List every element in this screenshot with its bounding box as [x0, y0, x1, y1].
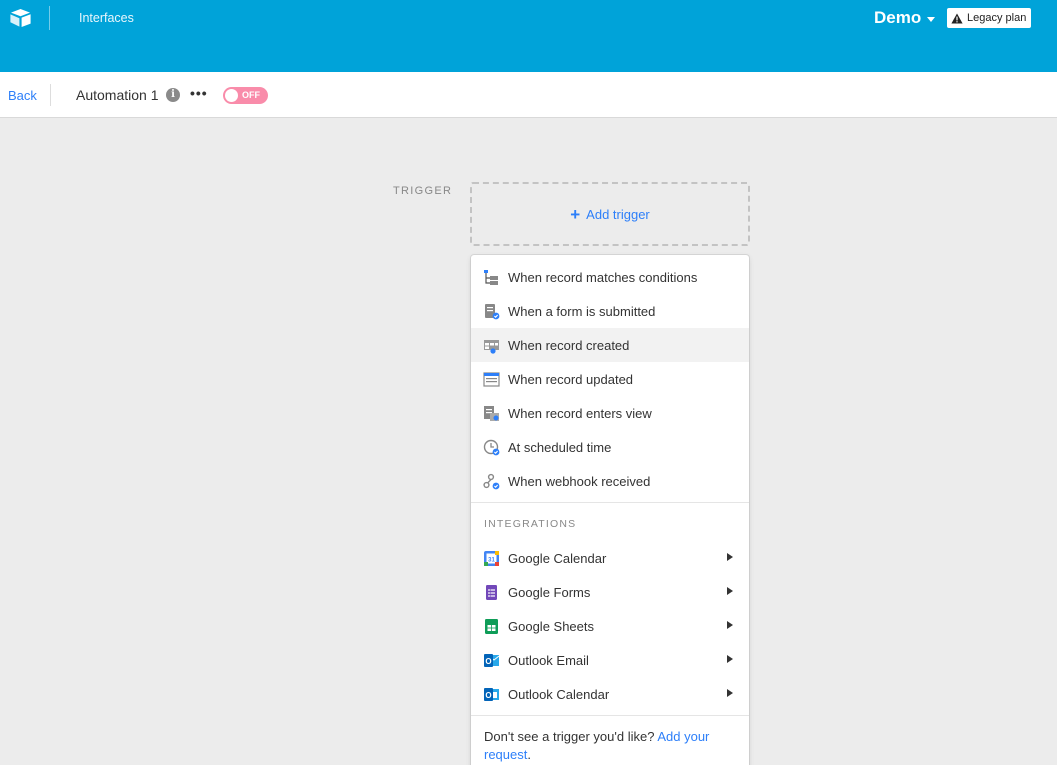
base-switcher[interactable]: Demo [874, 8, 936, 28]
menu-item-google-calendar[interactable]: 31 Google Calendar [471, 541, 749, 575]
chevron-right-icon [727, 553, 733, 561]
chevron-right-icon [727, 655, 733, 663]
menu-item-label: When a form is submitted [508, 303, 656, 319]
menu-item-outlook-email[interactable]: O Outlook Email [471, 643, 749, 677]
outlook-email-icon: O [484, 653, 500, 667]
automation-name[interactable]: Automation 1 [76, 87, 159, 103]
warning-icon [951, 13, 963, 23]
chevron-right-icon [727, 689, 733, 697]
toggle-knob [225, 89, 238, 102]
trigger-section-label: TRIGGER [393, 185, 453, 197]
more-options-icon[interactable]: ••• [190, 85, 208, 101]
legacy-plan-label: Legacy plan [967, 12, 1027, 24]
svg-text:O: O [485, 657, 491, 666]
automation-toolbar: Back Automation 1 i ••• OFF [0, 72, 1057, 118]
base-name: Demo [874, 8, 922, 27]
menu-item-label: Outlook Calendar [508, 686, 610, 702]
menu-item-label: Google Calendar [508, 550, 607, 566]
google-calendar-icon: 31 [484, 550, 499, 566]
add-trigger-button[interactable]: + Add trigger [470, 182, 750, 246]
menu-item-webhook-received[interactable]: When webhook received [471, 464, 749, 498]
clock-icon [483, 439, 500, 455]
chevron-right-icon [727, 621, 733, 629]
form-icon [485, 303, 500, 319]
info-icon[interactable]: i [166, 88, 180, 102]
menu-item-label: Google Forms [508, 584, 591, 600]
record-created-icon [484, 339, 499, 354]
menu-item-record-enters-view[interactable]: When record enters view [471, 396, 749, 430]
integrations-heading: INTEGRATIONS [484, 518, 577, 530]
menu-item-label: When record updated [508, 371, 634, 387]
menu-item-outlook-calendar[interactable]: O Outlook Calendar [471, 677, 749, 711]
automation-toggle[interactable]: OFF [223, 87, 268, 104]
request-note-period: . [527, 747, 531, 762]
header-divider [49, 6, 50, 30]
menu-item-label: At scheduled time [508, 439, 612, 455]
menu-item-record-updated[interactable]: When record updated [471, 362, 749, 396]
webhook-icon [483, 473, 500, 489]
menu-item-scheduled-time[interactable]: At scheduled time [471, 430, 749, 464]
menu-item-google-sheets[interactable]: Google Sheets [471, 609, 749, 643]
request-trigger-note: Don't see a trigger you'd like? Add your… [484, 728, 739, 764]
chevron-right-icon [727, 587, 733, 595]
menu-item-google-forms[interactable]: Google Forms [471, 575, 749, 609]
request-note-text: Don't see a trigger you'd like? [484, 729, 655, 744]
outlook-calendar-icon: O [484, 687, 499, 701]
chevron-down-icon [927, 16, 936, 22]
conditions-icon [484, 269, 498, 285]
menu-item-label: When webhook received [508, 473, 651, 489]
record-updated-icon [483, 371, 500, 387]
google-sheets-icon [485, 618, 498, 634]
enters-view-icon [484, 405, 499, 421]
plus-icon: + [570, 204, 581, 224]
google-forms-icon [486, 584, 497, 600]
airtable-logo-icon[interactable] [9, 8, 32, 28]
menu-item-record-created[interactable]: When record created [471, 328, 749, 362]
menu-item-label: When record created [508, 337, 630, 353]
svg-text:O: O [485, 691, 491, 700]
menu-item-label: When record enters view [508, 405, 652, 421]
toolbar-divider [50, 84, 51, 106]
add-trigger-label: Add trigger [586, 206, 650, 222]
back-link[interactable]: Back [8, 88, 37, 103]
menu-divider [471, 502, 749, 503]
menu-item-label: When record matches conditions [508, 269, 698, 285]
menu-item-label: Google Sheets [508, 618, 595, 634]
menu-item-label: Outlook Email [508, 652, 589, 668]
top-bar: Interfaces Demo Legacy plan [0, 0, 1057, 72]
menu-divider [471, 715, 749, 716]
trigger-menu: When record matches conditions When a fo… [471, 255, 749, 765]
toggle-label: OFF [242, 90, 260, 100]
legacy-plan-badge[interactable]: Legacy plan [947, 8, 1031, 28]
svg-text:31: 31 [488, 557, 495, 563]
interfaces-link[interactable]: Interfaces [79, 11, 134, 25]
menu-item-record-matches-conditions[interactable]: When record matches conditions [471, 260, 749, 294]
menu-item-form-submitted[interactable]: When a form is submitted [471, 294, 749, 328]
